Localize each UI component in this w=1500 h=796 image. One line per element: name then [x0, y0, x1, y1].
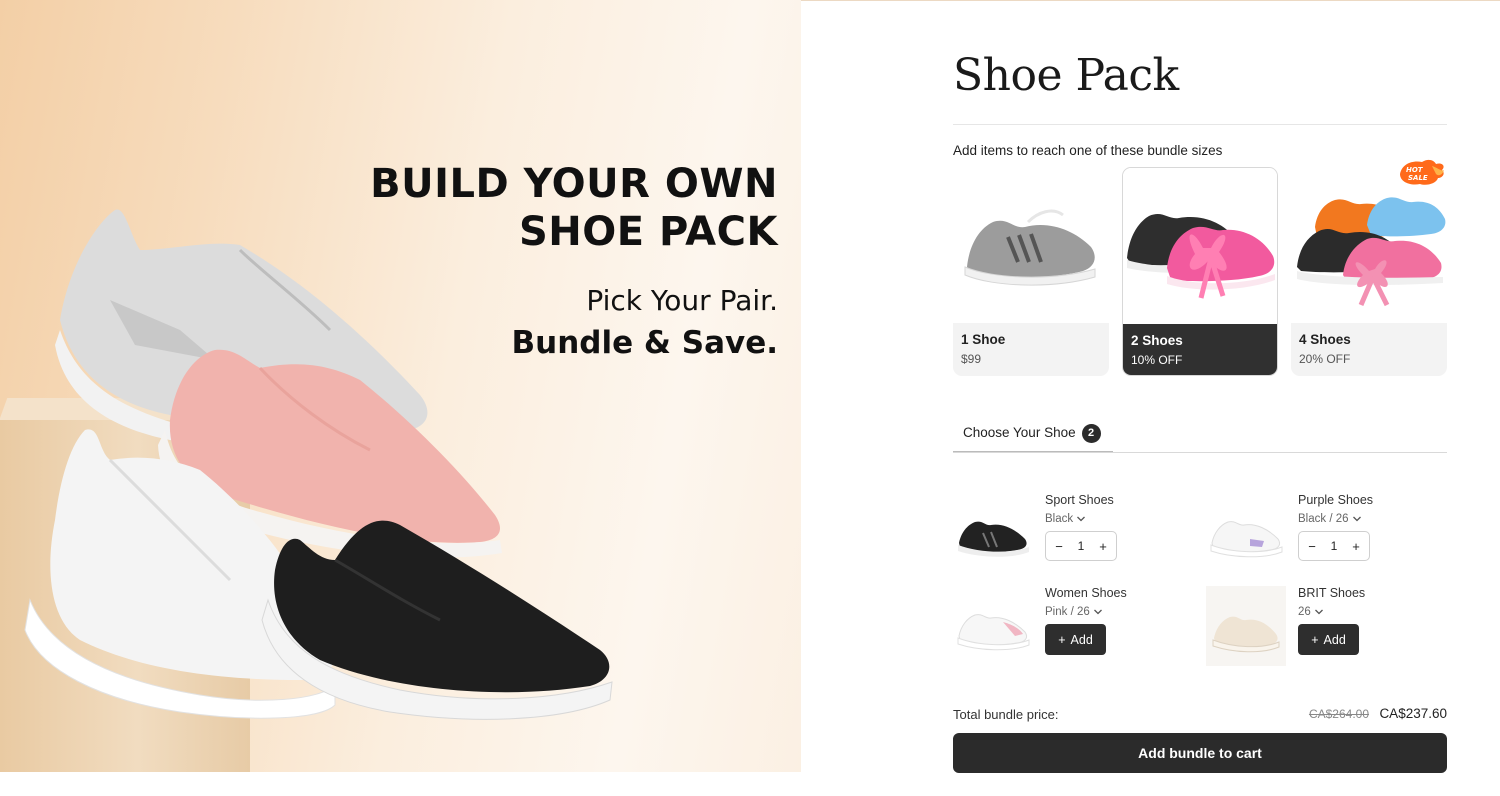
tier-discount: 10% OFF [1131, 353, 1183, 367]
tier-label: 2 Shoes [1131, 333, 1183, 348]
add-bundle-to-cart-button[interactable]: Add bundle to cart [953, 733, 1447, 773]
variant-value: 26 [1298, 606, 1311, 618]
add-button-label: Add [1070, 632, 1093, 647]
product-image-purple-shoes [1210, 521, 1283, 558]
page-title: Shoe Pack [953, 50, 1179, 101]
svg-text:HOT: HOT [1406, 166, 1424, 174]
tab-label: Choose Your Shoe [963, 425, 1076, 440]
bundle-tier-4-shoes[interactable]: 4 Shoes 20% OFF [1291, 167, 1447, 376]
plus-icon: + [1311, 632, 1319, 647]
add-to-bundle-button[interactable]: + Add [1298, 624, 1359, 655]
minus-icon[interactable]: − [1305, 539, 1319, 554]
product-image-brit-shoes [1206, 586, 1286, 666]
product-card-purple-shoes: Purple Shoes Black / 26 − 1 + [1206, 493, 1446, 573]
plus-icon: + [1058, 632, 1066, 647]
quantity-value: 1 [1077, 539, 1085, 553]
bundle-size-hint: Add items to reach one of these bundle s… [953, 143, 1223, 158]
variant-selector[interactable]: Pink / 26 [1045, 606, 1127, 618]
tier-price: $99 [961, 352, 982, 366]
bundle-price: CA$237.60 [1379, 706, 1447, 721]
hero-tagline-bundle: Bundle & Save. [511, 325, 778, 361]
product-name: Purple Shoes [1298, 493, 1374, 507]
chevron-down-icon [1314, 609, 1323, 615]
tier-2-footer: 2 Shoes 10% OFF [1123, 324, 1277, 375]
hero-tagline-pick: Pick Your Pair. [586, 284, 778, 317]
tier-4-shoes-image [1291, 167, 1447, 323]
hero-banner: BUILD YOUR OWN SHOE PACK Pick Your Pair.… [0, 0, 801, 772]
svg-text:SALE: SALE [1408, 174, 1428, 182]
bundle-tier-2-shoes[interactable]: 2 Shoes 10% OFF [1122, 167, 1278, 376]
add-button-label: Add [1323, 632, 1346, 647]
tier-label: 1 Shoe [961, 332, 1006, 347]
tab-divider [953, 452, 1447, 453]
quantity-stepper: − 1 + [1298, 531, 1370, 561]
hero-shoes-illustration [24, 209, 613, 720]
title-divider [953, 124, 1447, 125]
quantity-value: 1 [1330, 539, 1338, 553]
tier-2-shoes-image [1123, 168, 1277, 324]
top-border [801, 0, 1500, 1]
tier-3-footer: 4 Shoes 20% OFF [1291, 323, 1447, 376]
bundle-tier-1-shoe[interactable]: 1 Shoe $99 [953, 167, 1109, 376]
bundle-total-row: Total bundle price: CA$264.00 CA$237.60 [953, 706, 1447, 724]
tier-label: 4 Shoes [1299, 332, 1351, 347]
product-name: Women Shoes [1045, 586, 1127, 600]
plus-icon[interactable]: + [1096, 539, 1110, 554]
plus-icon[interactable]: + [1349, 539, 1363, 554]
add-to-bundle-button[interactable]: + Add [1045, 624, 1106, 655]
variant-selector[interactable]: 26 [1298, 606, 1365, 618]
variant-value: Pink / 26 [1045, 606, 1090, 618]
chevron-down-icon [1352, 516, 1361, 522]
product-image-women-shoes [957, 614, 1030, 651]
tier-1-shoe-image [953, 167, 1109, 323]
chevron-down-icon [1093, 609, 1102, 615]
product-name: BRIT Shoes [1298, 586, 1366, 600]
total-label: Total bundle price: [953, 707, 1059, 722]
hot-sale-badge: HOT SALE [1400, 159, 1444, 185]
chevron-down-icon [1077, 516, 1086, 522]
hero-headline: BUILD YOUR OWN SHOE PACK [370, 161, 778, 255]
hero-black-shoe [261, 520, 613, 720]
tier-1-footer: 1 Shoe $99 [953, 323, 1109, 376]
product-card-sport-shoes: Sport Shoes Black − 1 + [953, 493, 1193, 573]
variant-value: Black / 26 [1298, 513, 1349, 525]
tier-discount: 20% OFF [1299, 352, 1351, 366]
tab-count-badge: 2 [1081, 423, 1101, 443]
product-card-brit-shoes: BRIT Shoes 26 + Add [1206, 586, 1446, 666]
original-price: CA$264.00 [1308, 707, 1369, 721]
product-image-sport-shoes [958, 521, 1029, 557]
variant-selector[interactable]: Black / 26 [1298, 513, 1373, 525]
quantity-stepper: − 1 + [1045, 531, 1117, 561]
product-card-women-shoes: Women Shoes Pink / 26 + Add [953, 586, 1193, 666]
product-name: Sport Shoes [1045, 493, 1114, 507]
minus-icon[interactable]: − [1052, 539, 1066, 554]
tab-choose-your-shoe[interactable]: Choose Your Shoe 2 [953, 419, 1113, 453]
hero-copy: BUILD YOUR OWN SHOE PACK Pick Your Pair.… [370, 160, 778, 361]
variant-value: Black [1045, 513, 1074, 525]
variant-selector[interactable]: Black [1045, 513, 1117, 525]
